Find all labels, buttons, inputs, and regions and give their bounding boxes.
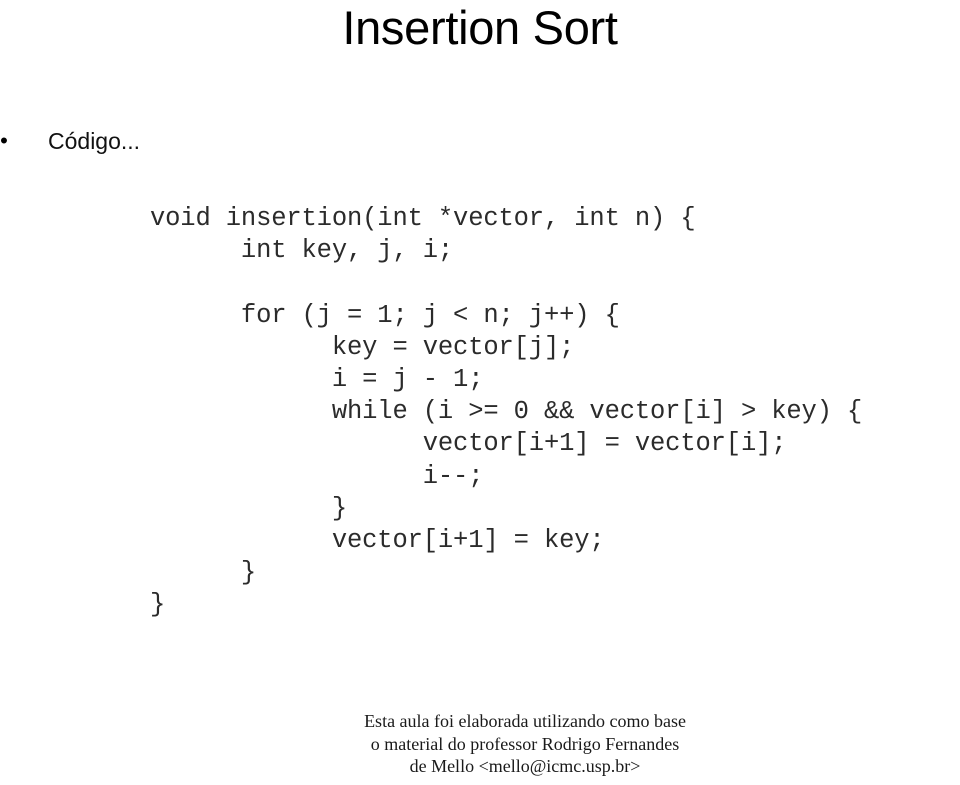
code-line: } [150, 590, 166, 620]
page-title: Insertion Sort [342, 1, 618, 54]
code-block: void insertion(int *vector, int n) { int… [150, 203, 960, 621]
bullet-point-icon: • [0, 128, 8, 153]
footer-credit: Esta aula foi elaborada utilizando como … [0, 710, 960, 778]
bullet-item-label: Código... [48, 128, 141, 154]
footer-credit-line: Esta aula foi elaborada utilizando como … [364, 711, 686, 731]
bullet-list-item: • Código... [0, 124, 400, 158]
code-line: int key, j, i; [150, 236, 454, 266]
code-line: } [150, 558, 257, 588]
footer-credit-line: o material do professor Rodrigo Fernande… [370, 733, 680, 754]
code-line: vector[i+1] = key; [150, 525, 605, 555]
code-line: key = vector[j]; [150, 332, 575, 362]
code-line: } [150, 493, 347, 523]
code-line: for (j = 1; j < n; j++) { [150, 300, 620, 330]
code-line: i--; [150, 461, 484, 491]
code-line: i = j - 1; [150, 364, 484, 394]
footer-credit-line: de Mello <mello@icmc.usp.br> [409, 756, 641, 776]
code-line: vector[i+1] = vector[i]; [150, 429, 787, 459]
code-line: while (i >= 0 && vector[i] > key) { [150, 397, 863, 427]
code-line: void insertion(int *vector, int n) { [150, 204, 696, 233]
